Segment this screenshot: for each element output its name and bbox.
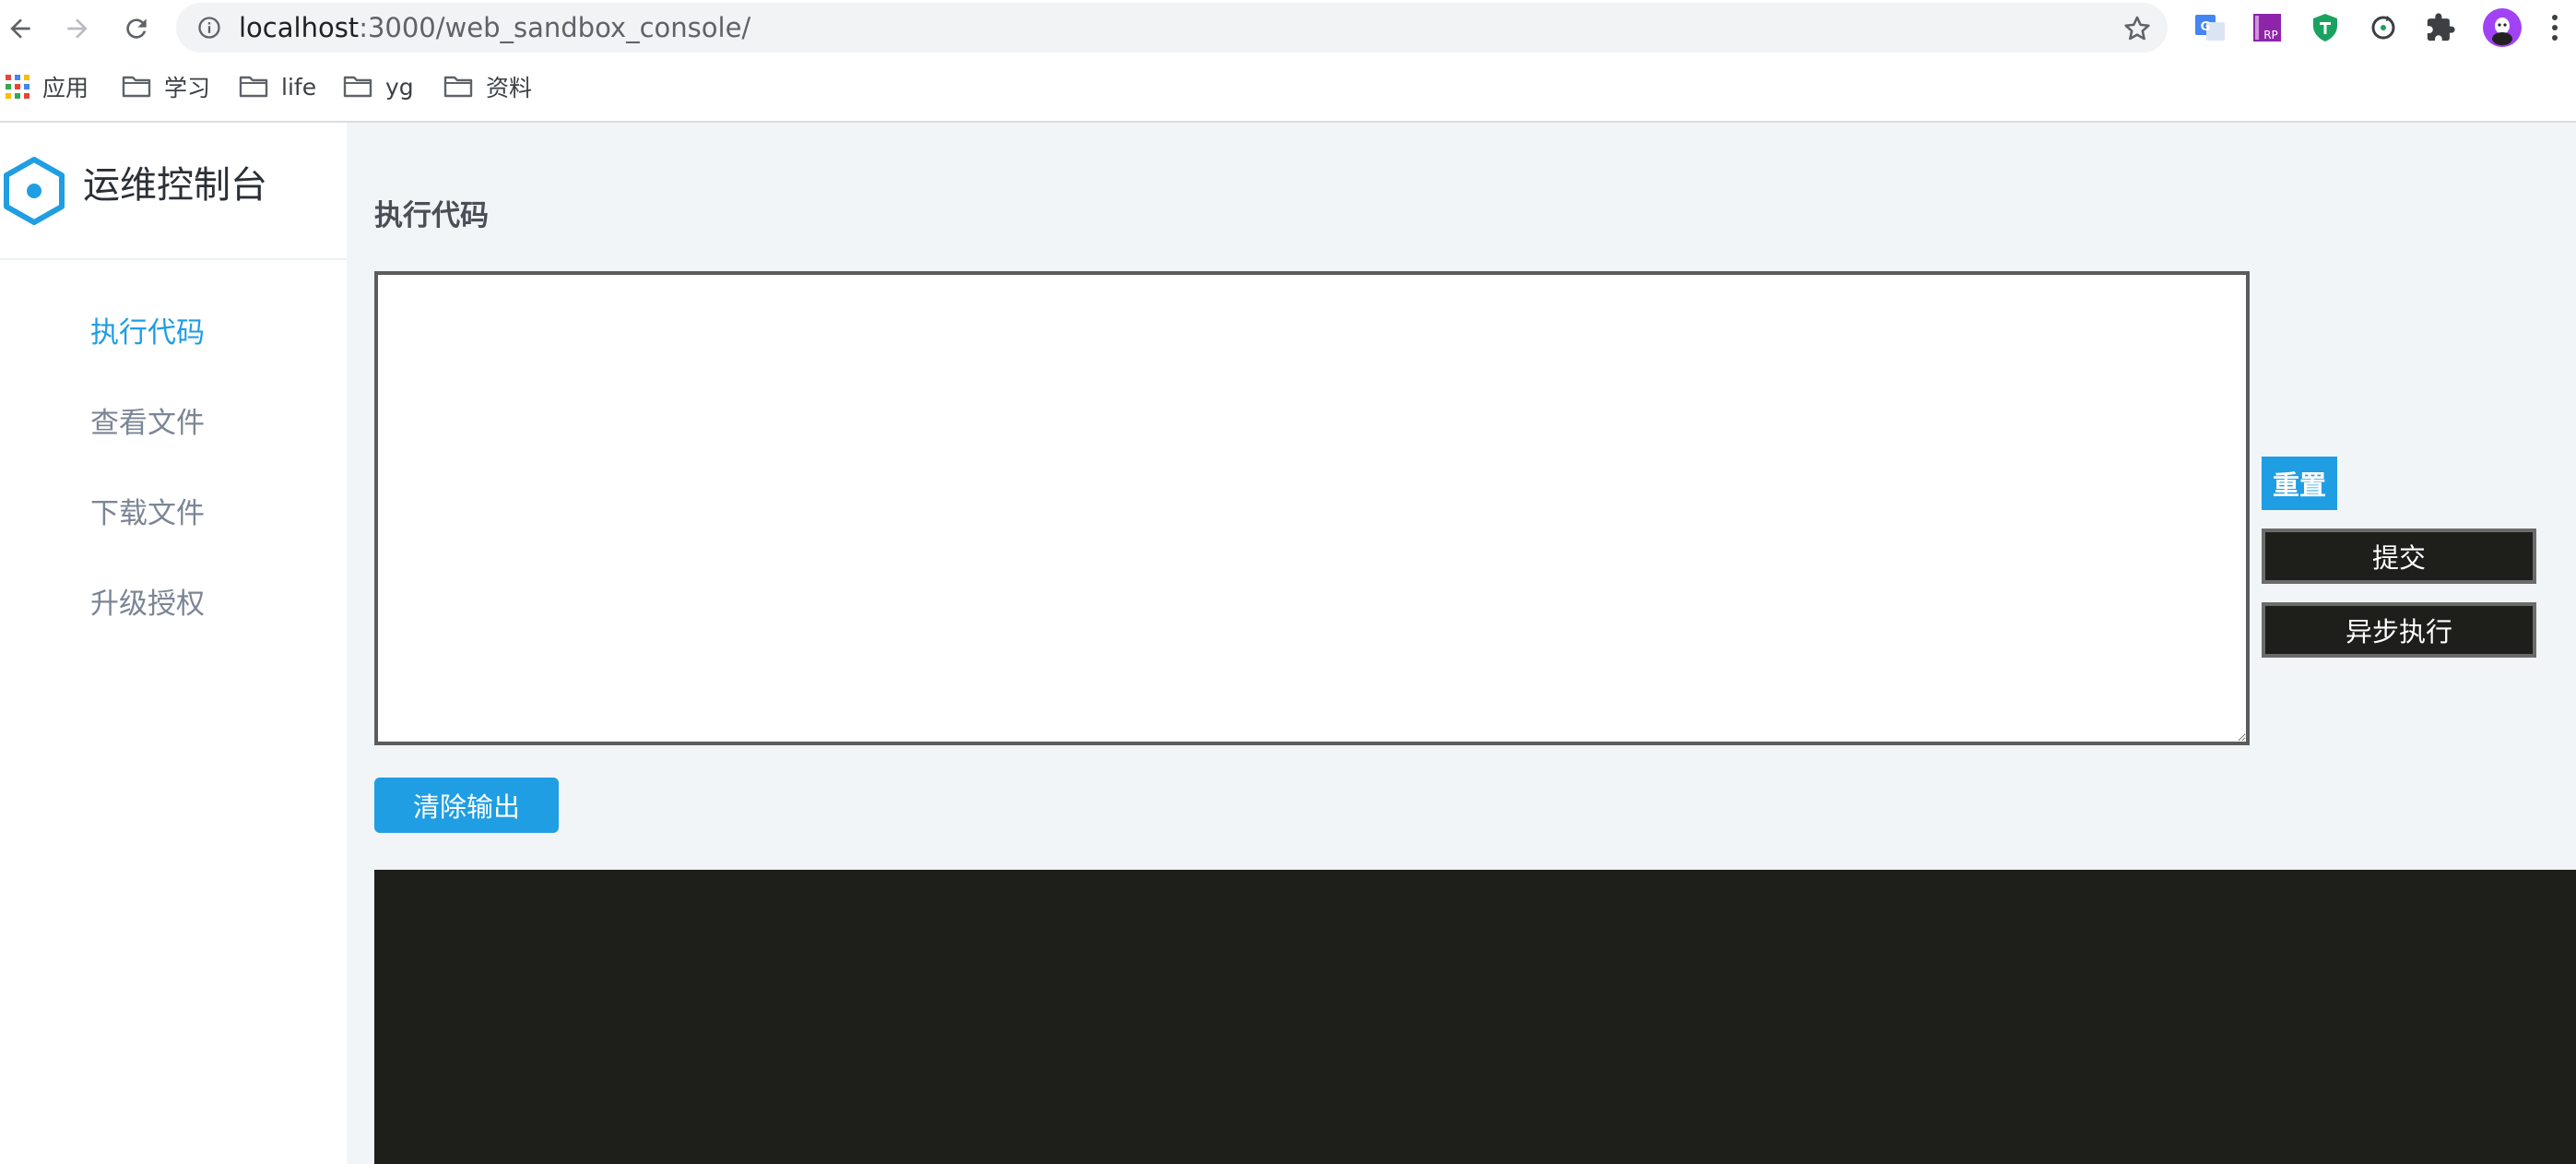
refresh-extension[interactable] [2363,7,2404,48]
brand-header: 运维控制台 [0,123,347,260]
browser-menu-button[interactable] [2541,7,2569,48]
star-bookmark-icon[interactable] [2121,13,2153,44]
browser-chrome: localhost:3000/web_sandbox_console/ G RP [0,0,2576,123]
folder-icon [239,76,268,98]
url-host: localhost [239,12,360,43]
sidebar-item-view-files[interactable]: 查看文件 [90,403,205,444]
shield-extension[interactable] [2305,7,2346,48]
puzzle-extensions-icon [2427,13,2455,42]
google-translate-icon: G [2195,15,2225,41]
profile-avatar-icon [2483,8,2522,47]
folder-icon [443,76,473,98]
url-path: :3000/web_sandbox_console/ [359,12,751,43]
bookmark-label: 资料 [486,75,533,101]
async-execute-button[interactable]: 异步执行 [2262,602,2536,658]
more-vert-icon [2552,15,2558,41]
forward-button[interactable] [57,9,98,48]
arrow-right-icon [67,18,88,39]
folder-icon [343,76,372,98]
sidebar-item-execute-code[interactable]: 执行代码 [90,313,205,353]
reload-icon [126,18,147,39]
apps-grid-icon [6,75,30,99]
bookmark-label: yg [385,73,414,101]
bookmarks-bar: 应用 学习 life yg 资料 [0,61,2576,113]
reset-button[interactable]: 重置 [2262,457,2337,510]
google-translate-extension[interactable]: G [2190,7,2230,48]
address-bar[interactable]: localhost:3000/web_sandbox_console/ [176,3,2168,53]
app-title: 运维控制台 [83,164,267,207]
code-input[interactable] [374,271,2250,745]
bookmark-folder-study[interactable]: 学习 [122,61,210,113]
rp-extension[interactable]: RP [2247,7,2287,48]
bookmark-folder-life[interactable]: life [239,61,316,113]
output-console [374,870,2576,1164]
profile-avatar[interactable] [2482,7,2523,48]
svg-text:RP: RP [2263,29,2278,42]
hexagon-logo-icon [4,157,65,225]
bookmark-apps[interactable]: 应用 [6,61,89,113]
rp-extension-icon: RP [2253,14,2281,42]
folder-icon [122,76,151,98]
bookmark-folder-yg[interactable]: yg [343,61,414,113]
bookmark-folder-resources[interactable]: 资料 [443,61,532,113]
arrow-left-icon [10,18,30,39]
page-title: 执行代码 [374,199,489,232]
reload-button[interactable] [116,9,157,48]
browser-toolbar: localhost:3000/web_sandbox_console/ G RP [0,0,2576,57]
bookmark-label: 学习 [164,75,211,101]
sidebar-item-upgrade-license[interactable]: 升级授权 [90,584,205,624]
bookmark-label: life [281,73,317,101]
back-button[interactable] [0,9,41,48]
clear-output-button[interactable]: 清除输出 [374,778,559,833]
shield-extension-icon [2313,14,2337,42]
url-text[interactable]: localhost:3000/web_sandbox_console/ [239,3,750,53]
info-icon[interactable] [196,15,222,41]
submit-button[interactable]: 提交 [2262,529,2536,584]
sidebar: 运维控制台 执行代码 查看文件 下载文件 升级授权 [0,123,347,1164]
bookmark-label: 应用 [42,75,89,101]
svg-text:G: G [2201,20,2211,34]
refresh-extension-icon [2371,16,2395,40]
sidebar-item-download-files[interactable]: 下载文件 [90,493,205,534]
extensions-menu[interactable] [2420,7,2461,48]
